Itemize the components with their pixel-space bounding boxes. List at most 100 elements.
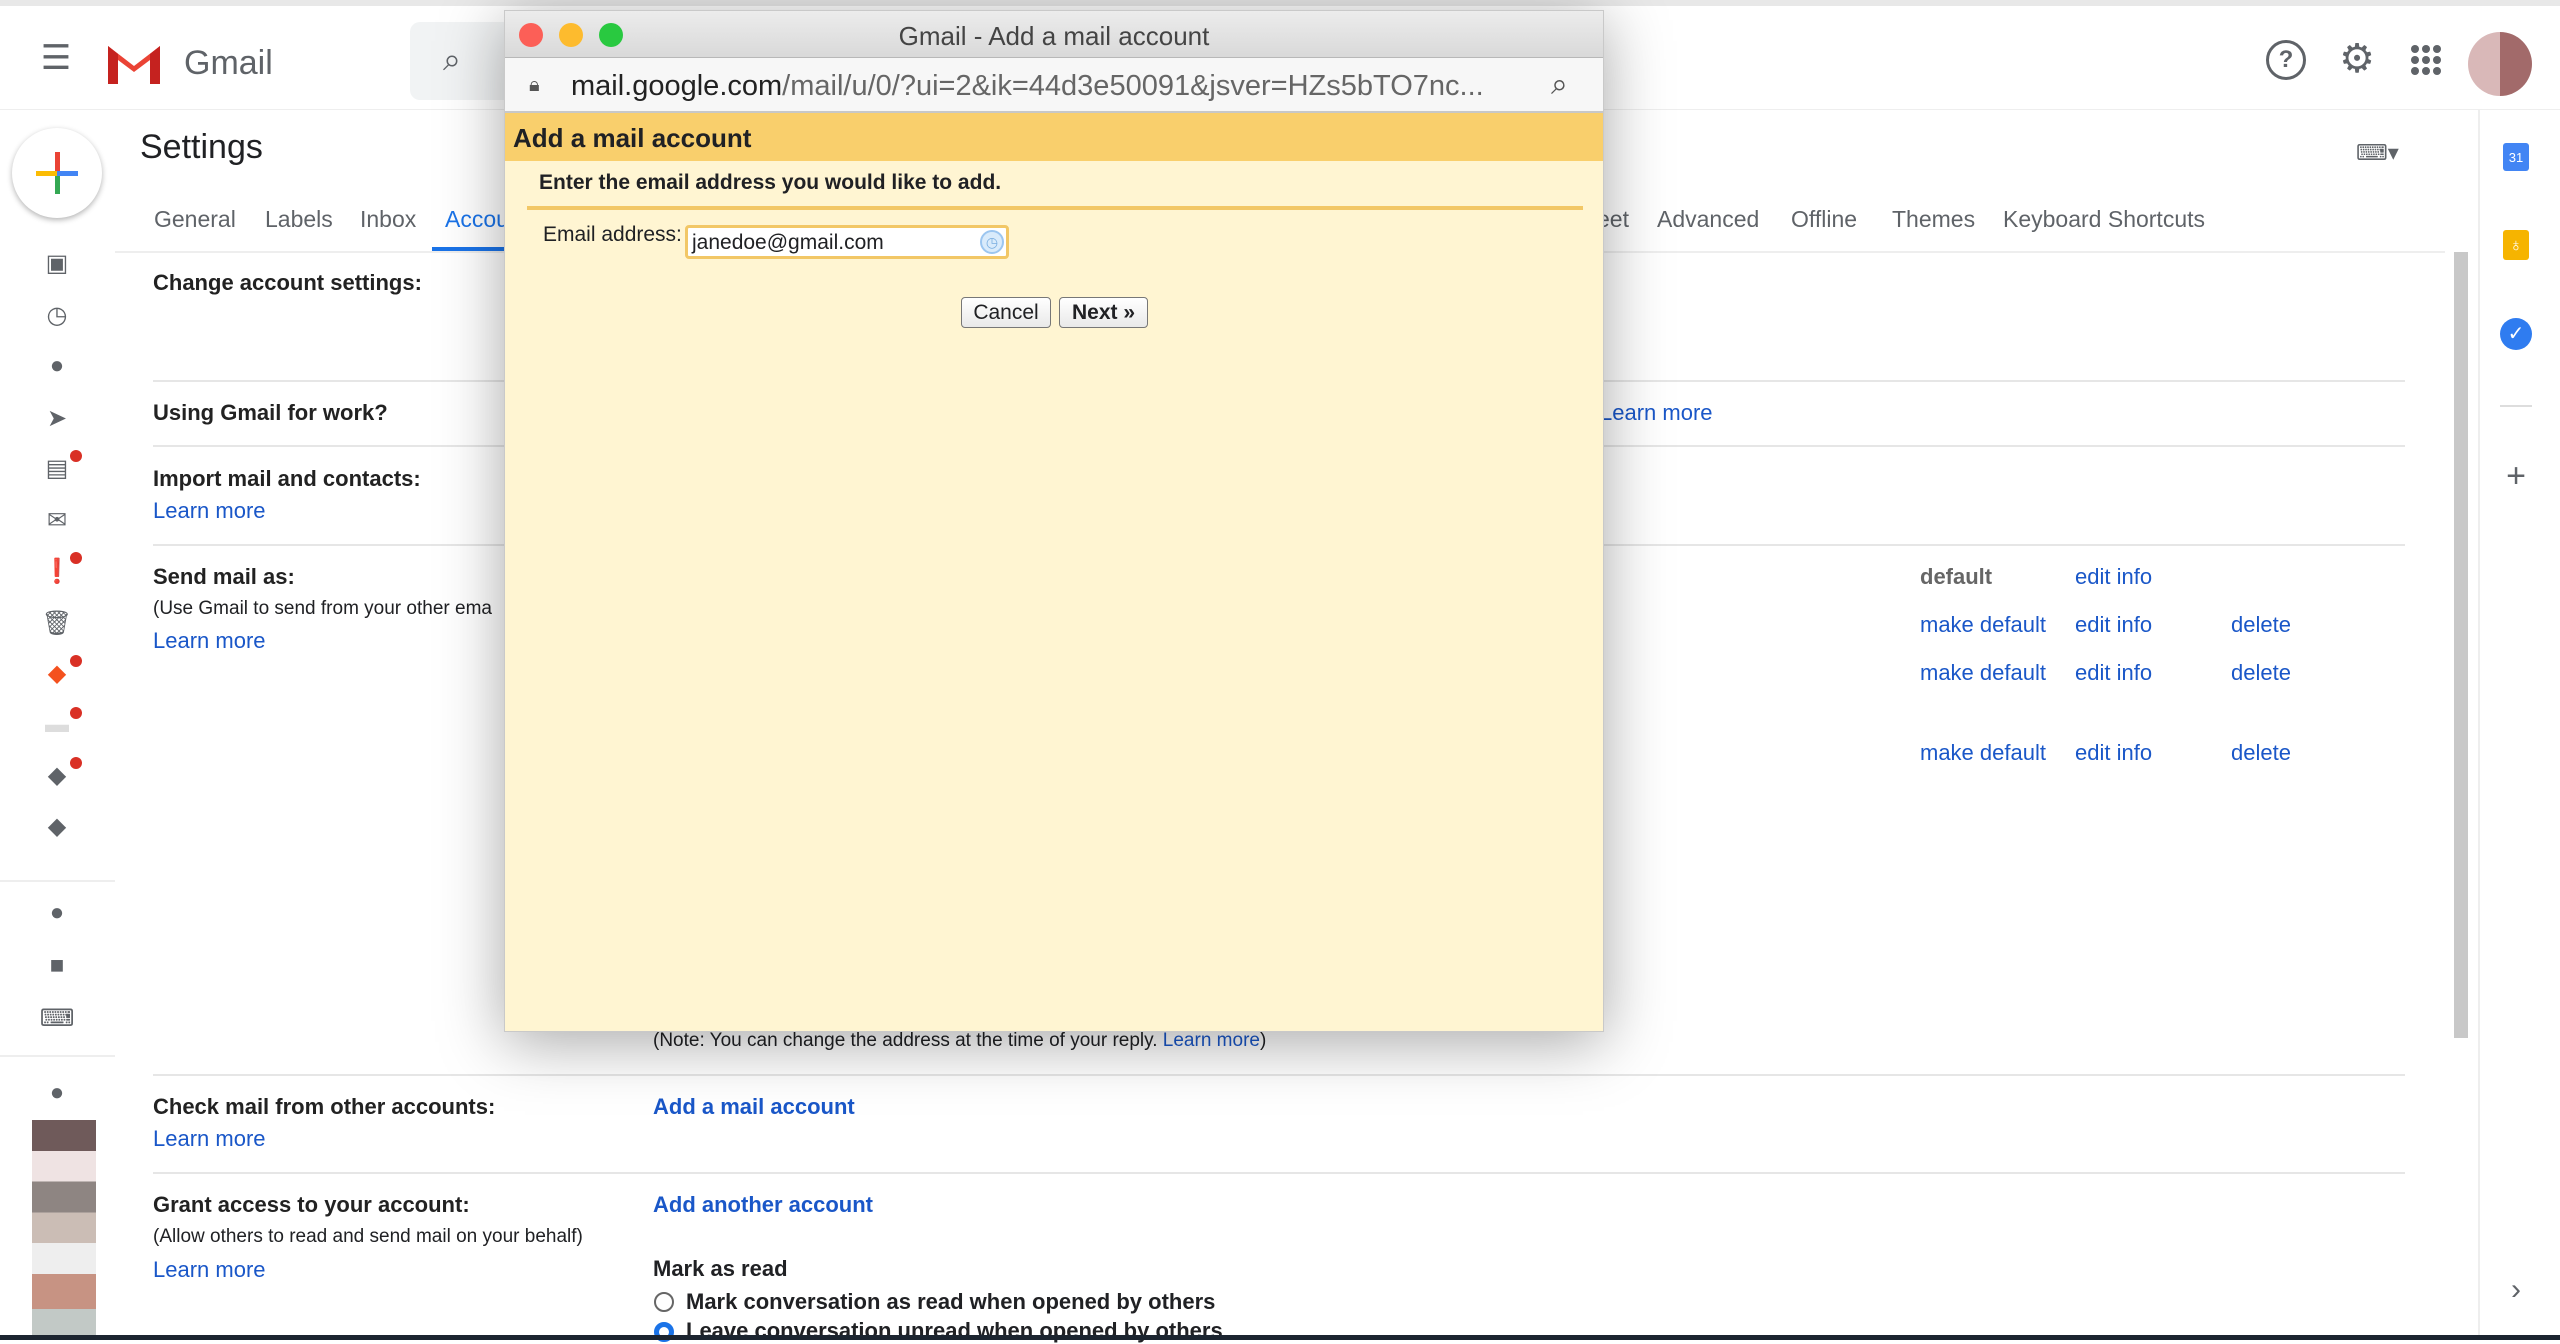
search-icon[interactable]: ⌕	[434, 41, 470, 78]
unread-dot	[70, 552, 82, 564]
edit-info-link[interactable]: edit info	[2075, 612, 2152, 638]
side-panel-divider	[2478, 110, 2480, 1335]
search-bar[interactable]: ⌕	[410, 22, 510, 100]
import-learn-more-link[interactable]: Learn more	[153, 498, 266, 524]
popup-instruction: Enter the email address you would like t…	[539, 171, 1002, 194]
app-name: Gmail	[184, 44, 273, 82]
inbox-icon[interactable]: ▣	[44, 250, 70, 277]
popup-url-bar[interactable]: 🔒︎ mail.google.com/mail/u/0/?ui=2&ik=44d…	[505, 58, 1603, 113]
edit-info-link[interactable]: edit info	[2075, 564, 2152, 590]
divider	[153, 1074, 2405, 1076]
check-mail-label: Check mail from other accounts:	[153, 1094, 496, 1119]
compose-button[interactable]	[12, 128, 102, 218]
keyboard-icon[interactable]: ⌨	[40, 1005, 75, 1032]
radio-mark-read[interactable]	[654, 1292, 674, 1312]
side-panel-separator	[2500, 405, 2532, 407]
scrollbar-thumb[interactable]	[2454, 252, 2468, 1038]
delete-link[interactable]: delete	[2231, 660, 2291, 686]
label-icon[interactable]: ◆	[44, 660, 70, 687]
delete-link[interactable]: delete	[2231, 740, 2291, 766]
unread-dot	[70, 757, 82, 769]
tab-keyboard-shortcuts[interactable]: Keyboard Shortcuts	[2003, 206, 2205, 233]
chevron-right-icon[interactable]: ›	[2500, 1273, 2532, 1306]
label-icon[interactable]: ▬	[44, 711, 70, 738]
video-camera-icon[interactable]: ■	[44, 952, 70, 979]
unread-dot	[70, 655, 82, 667]
zoom-magnifier-icon[interactable]: ⌕	[1551, 68, 1568, 102]
tab-advanced[interactable]: Advanced	[1657, 206, 1759, 233]
contact-avatars[interactable]	[32, 1120, 96, 1340]
note-end: )	[1259, 1030, 1267, 1051]
keep-icon[interactable]: ♁	[2503, 230, 2529, 260]
add-another-account-link[interactable]: Add another account	[653, 1192, 873, 1218]
hangouts-chat-icon[interactable]: ●	[44, 1079, 70, 1106]
trash-icon[interactable]: 🗑	[42, 610, 72, 637]
popup-separator	[527, 206, 1583, 210]
lock-icon: 🔒︎	[529, 74, 540, 96]
grant-learn-more-link[interactable]: Learn more	[153, 1257, 266, 1283]
email-address-input[interactable]: janedoe@gmail.com ◷	[685, 225, 1009, 259]
url-domain: mail.google.com	[571, 70, 783, 102]
send-as-label: Send mail as:	[153, 564, 295, 589]
drafts-icon[interactable]: ▤	[44, 455, 70, 482]
spam-icon[interactable]: ❗	[42, 558, 72, 585]
add-addon-plus-icon[interactable]: +	[2500, 457, 2532, 495]
check-mail-learn-more-link[interactable]: Learn more	[153, 1126, 266, 1152]
delete-link[interactable]: delete	[2231, 612, 2291, 638]
autofill-icon[interactable]: ◷	[980, 230, 1004, 254]
gmail-work-learn-more-link[interactable]: Learn more	[1600, 400, 1713, 426]
email-address-value: janedoe@gmail.com	[692, 231, 884, 254]
radio-leave-unread-label: Leave conversation unread when opened by…	[686, 1318, 1223, 1343]
next-button[interactable]: Next »	[1059, 297, 1148, 328]
change-account-label: Change account settings:	[153, 270, 422, 295]
rail-divider	[0, 880, 115, 882]
tab-labels[interactable]: Labels	[265, 206, 333, 233]
make-default-link[interactable]: make default	[1920, 740, 2046, 766]
tab-inbox[interactable]: Inbox	[360, 206, 416, 233]
cancel-button[interactable]: Cancel	[961, 297, 1051, 328]
apps-grid-icon[interactable]	[2410, 44, 2442, 76]
popup-titlebar: Gmail - Add a mail account	[505, 11, 1603, 58]
unread-dot	[70, 450, 82, 462]
grant-access-description: (Allow others to read and send mail on y…	[153, 1226, 583, 1247]
rail-divider	[0, 1055, 115, 1057]
popup-header: Add a mail account	[505, 113, 1603, 161]
important-icon[interactable]: ●	[44, 352, 70, 379]
edit-info-link[interactable]: edit info	[2075, 740, 2152, 766]
url-path: /mail/u/0/?ui=2&ik=44d3e50091&jsver=HZs5…	[782, 70, 1484, 102]
tab-offline[interactable]: Offline	[1791, 206, 1857, 233]
default-badge: default	[1920, 564, 1993, 589]
gmail-work-label: Using Gmail for work?	[153, 400, 388, 425]
avatar[interactable]	[2468, 32, 2532, 96]
label-icon[interactable]: ◆	[44, 813, 70, 840]
radio-mark-read-label: Mark conversation as read when opened by…	[686, 1289, 1216, 1314]
edit-info-link[interactable]: edit info	[2075, 660, 2152, 686]
tab-themes[interactable]: Themes	[1892, 206, 1975, 233]
send-as-learn-more-link[interactable]: Learn more	[153, 628, 266, 654]
mark-as-read-heading: Mark as read	[653, 1256, 788, 1281]
send-as-description: (Use Gmail to send from your other ema	[153, 598, 492, 619]
desktop-edge	[0, 1335, 2560, 1340]
menu-icon[interactable]: ☰	[36, 39, 76, 77]
keyboard-input-icon[interactable]: ⌨▾	[2356, 140, 2399, 166]
add-mail-account-popup-window: Gmail - Add a mail account 🔒︎ mail.googl…	[504, 10, 1604, 1032]
settings-gear-icon[interactable]: ⚙	[2336, 37, 2378, 81]
note-learn-more-link[interactable]: Learn more	[1163, 1030, 1260, 1051]
add-mail-account-link[interactable]: Add a mail account	[653, 1094, 855, 1120]
tasks-icon[interactable]: ✓	[2500, 318, 2532, 350]
import-label: Import mail and contacts:	[153, 466, 421, 491]
all-mail-icon[interactable]: ✉	[44, 507, 70, 534]
make-default-link[interactable]: make default	[1920, 612, 2046, 638]
sent-icon[interactable]: ➤	[44, 405, 70, 432]
snoozed-clock-icon[interactable]: ◷	[44, 302, 70, 329]
reply-note: (Note: You can change the address at the…	[653, 1030, 1266, 1052]
help-icon[interactable]: ?	[2266, 40, 2306, 80]
make-default-link[interactable]: make default	[1920, 660, 2046, 686]
plus-icon	[36, 152, 78, 194]
hangouts-icon[interactable]: ●	[44, 899, 70, 926]
calendar-icon[interactable]: 31	[2503, 143, 2529, 171]
label-icon[interactable]: ◆	[44, 762, 70, 789]
tab-general[interactable]: General	[154, 206, 236, 233]
divider	[153, 1172, 2405, 1174]
grant-access-label: Grant access to your account:	[153, 1192, 470, 1217]
